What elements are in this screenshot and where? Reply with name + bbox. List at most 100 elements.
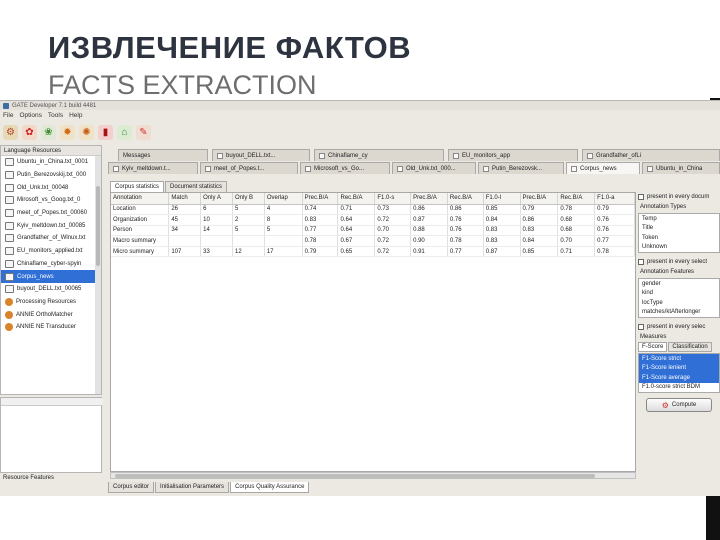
tab-messages[interactable]: Messages	[118, 149, 208, 161]
menubar: File Options Tools Help	[0, 110, 720, 121]
annotation-features-list: gender kind locType matches/ktAfterlonge…	[638, 278, 720, 318]
tab-corpus-quality-assurance[interactable]: Corpus Quality Assurance	[230, 482, 310, 493]
tree-item-processing-resources[interactable]: Processing Resources	[1, 296, 101, 309]
list-item[interactable]: matches/ktAfterlonger	[639, 308, 719, 318]
tab-document[interactable]: Microsoft_vs_Go...	[300, 162, 390, 174]
tree-item[interactable]: EU_monitors_applied.txt	[1, 245, 101, 258]
document-icon	[217, 152, 223, 159]
checkbox-icon	[638, 259, 644, 265]
table-row[interactable]: Location 26 6 5 4 0.74 0.71 0.73 0.86 0.86 0.85 0.7…	[111, 204, 635, 216]
tab-classification[interactable]: Classification	[668, 342, 712, 352]
list-item[interactable]: Token	[639, 233, 719, 243]
column-header[interactable]: Rec.B/A	[557, 193, 596, 205]
home-icon[interactable]: ⌂	[117, 124, 132, 140]
tree-item[interactable]: Grandfather_of_Wlnux.txt	[1, 232, 101, 245]
list-item[interactable]: kind	[639, 289, 719, 299]
column-header[interactable]: Rec.B/A	[447, 193, 484, 205]
load-processing-icon[interactable]: ✿	[22, 124, 37, 140]
tree-item[interactable]: Kyiv_meltdown.txt_00085	[1, 219, 101, 232]
present-in-every-doc-checkbox[interactable]: present in every docum	[638, 192, 720, 202]
column-header[interactable]: F1.0-s	[374, 193, 412, 205]
column-header[interactable]: Match	[168, 193, 202, 205]
tree-item[interactable]: Putin_Berezovskij.txt_000	[1, 169, 101, 182]
list-item[interactable]: F1-Score average	[639, 373, 719, 383]
tab-corpus-editor[interactable]: Corpus editor	[108, 482, 155, 493]
present-in-every-selection-checkbox[interactable]: present in every select	[638, 257, 720, 267]
list-item[interactable]: locType	[639, 298, 719, 308]
column-header[interactable]: Overlap	[264, 193, 303, 205]
decorative-bar	[706, 494, 720, 540]
tree-item[interactable]: meet_of_Popes.txt_00060	[1, 207, 101, 220]
column-header[interactable]: Prec.B/A	[302, 193, 339, 205]
book-icon[interactable]: ▮	[98, 124, 113, 140]
table-horizontal-scrollbar[interactable]	[110, 472, 636, 479]
list-item[interactable]: F1.0-score strict BDM	[639, 383, 719, 393]
tab-document[interactable]: meet_of_Popes.t...	[200, 162, 298, 174]
column-header[interactable]: Prec.B/A	[520, 193, 559, 205]
table-row[interactable]: Person 34 14 5 5 0.77 0.64 0.70 0.88 0.76 0.83 0.83…	[111, 225, 635, 237]
compute-button[interactable]: ⚙ Compute	[646, 398, 712, 412]
menu-tools[interactable]: Tools	[48, 112, 63, 119]
tab-document[interactable]: EU_monitors_app	[448, 149, 578, 161]
tab-corpus-news[interactable]: Corpus_news	[566, 162, 640, 174]
list-item[interactable]: Title	[639, 224, 719, 234]
menu-options[interactable]: Options	[19, 112, 41, 119]
gate-window: GATE Developer 7.1 build 4481 File Optio…	[0, 100, 720, 496]
tree-item[interactable]: Chinaflame_cyber-spyin	[1, 258, 101, 271]
document-icon	[5, 221, 14, 230]
tree-item[interactable]: Ubuntu_in_China.txt_0001	[1, 156, 101, 169]
tree-item[interactable]: ANNIE NE Transducer	[1, 321, 101, 334]
column-header[interactable]: Prec.B/A	[410, 193, 448, 205]
document-icon	[305, 165, 311, 172]
column-header[interactable]: F1.0-l	[483, 193, 521, 205]
tree-item[interactable]: Mirosoft_vs_Goog.txt_0	[1, 194, 101, 207]
tab-document[interactable]: Putin_Berezovsk...	[478, 162, 564, 174]
document-icon	[5, 183, 14, 192]
settings-icon[interactable]: ✺	[79, 124, 94, 140]
table-row[interactable]: Macro summary 0.78 0.67 0.72 0.90 0.78 0.83 0.8…	[111, 235, 635, 247]
tree-item-corpus-news[interactable]: Corpus_news	[1, 270, 101, 283]
list-item[interactable]: gender	[639, 279, 719, 289]
tab-document[interactable]: Grandfather_ofLi	[582, 149, 720, 161]
processing-icon	[5, 310, 13, 319]
load-resource-icon[interactable]: ⚙	[3, 124, 18, 140]
tab-f-score[interactable]: F-Score	[638, 342, 668, 352]
window-title: GATE Developer 7.1 build 4481	[12, 102, 97, 109]
menu-help[interactable]: Help	[69, 112, 82, 119]
resource-features-label: Resource Features	[0, 475, 102, 485]
tree-item[interactable]: buyout_DELL.txt_00065	[1, 283, 101, 296]
tree-scrollbar[interactable]	[95, 156, 101, 394]
table-row[interactable]: Micro summary 107 33 12 17 0.79 0.65 0.72 0.91 0.…	[111, 246, 635, 258]
tab-initialisation-parameters[interactable]: Initialisation Parameters	[155, 482, 230, 493]
column-header[interactable]: Rec.B/A	[337, 193, 376, 205]
list-item[interactable]: Temp	[639, 214, 719, 224]
column-header[interactable]: Annotation	[111, 193, 170, 205]
tab-document[interactable]: Ubuntu_in_China	[642, 162, 720, 174]
tree-item[interactable]: ANNIE OrthoMatcher	[1, 308, 101, 321]
resource-features-panel	[0, 397, 103, 473]
tab-document-statistics[interactable]: Document statistics	[165, 181, 228, 192]
table-row[interactable]: Organization 45 10 2 8 0.83 0.64 0.72 0.87 0.76 0.…	[111, 214, 635, 226]
column-header[interactable]: Only A	[200, 193, 233, 205]
list-item[interactable]: F1-Score strict	[639, 354, 719, 364]
menu-file[interactable]: File	[3, 112, 13, 119]
tree-header: Language Resources	[1, 146, 101, 156]
slide-subtitle: FACTS EXTRACTION	[48, 70, 317, 100]
tab-document[interactable]: Kyiv_meltdown.t...	[108, 162, 198, 174]
tab-corpus-statistics[interactable]: Corpus statistics	[110, 181, 165, 192]
tab-document[interactable]: buyout_DELL.txt...	[212, 149, 310, 161]
list-item[interactable]: F1-Score lenient	[639, 363, 719, 373]
tools-icon[interactable]: ✎	[136, 124, 151, 140]
present-in-every-selection-checkbox[interactable]: present in every selec	[638, 322, 720, 332]
tab-document[interactable]: Old_Unk.txt_000...	[392, 162, 476, 174]
column-header[interactable]: Only B	[232, 193, 265, 205]
document-icon	[5, 196, 14, 205]
column-header[interactable]: F1.0-a	[594, 193, 635, 205]
list-item[interactable]: Unknown	[639, 243, 719, 253]
document-icon	[5, 171, 14, 180]
tab-document[interactable]: Chinaflame_cy	[314, 149, 444, 161]
tree-item[interactable]: Old_Unk.txt_00048	[1, 181, 101, 194]
flower-icon[interactable]: ❀	[41, 124, 56, 140]
document-icon	[483, 165, 489, 172]
gear-icon[interactable]: ✹	[60, 124, 75, 140]
